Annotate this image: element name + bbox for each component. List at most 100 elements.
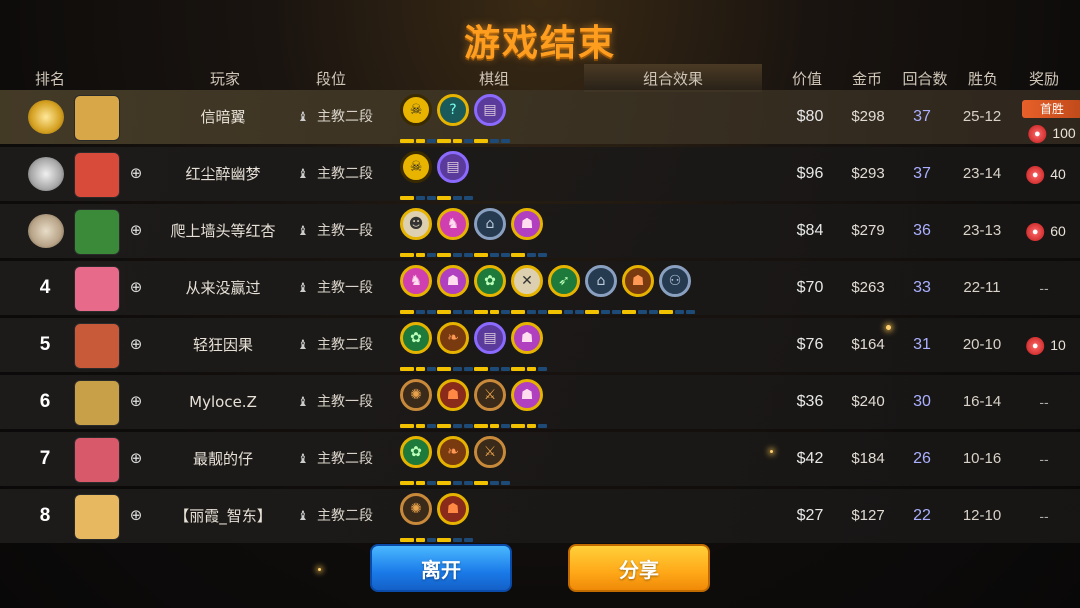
table-row[interactable]: 5 ⊕ 轻狂因果 ♝ 主教二段 ✿ ❧ ▤ ☗ $76 $164 31 20-10 ● 10 — [0, 318, 1080, 372]
add-friend-icon[interactable]: ⊕ — [127, 165, 145, 183]
table-row[interactable]: 7 ⊕ 最靓的仔 ♝ 主教二段 ✿ ❧ ⚔ $42 $184 26 10-16 -- — [0, 432, 1080, 486]
player-avatar[interactable] — [74, 437, 120, 483]
synergy-icon[interactable]: ❧ — [437, 436, 473, 485]
synergy-pip — [453, 481, 462, 485]
player-avatar[interactable] — [74, 323, 120, 369]
synergy-icon[interactable]: ⚇ — [659, 265, 695, 314]
gold-medal-icon — [28, 100, 64, 134]
header-gold: 金币 — [851, 70, 883, 88]
table-row[interactable]: ⊕ 爬上墙头等红杏 ♝ 主教一段 ☻ ♞ ⌂ ☗ $84 $279 36 23-13 ● 60 — [0, 204, 1080, 258]
synergy-pip — [490, 253, 499, 257]
synergy-icon[interactable]: ✿ — [400, 322, 436, 371]
reward-cell: -- — [1039, 451, 1049, 467]
synergy-pip — [453, 538, 462, 542]
table-row[interactable]: 信暗翼 ♝ 主教二段 ☠? ▤ $80 $298 37 25-12 首胜 ● 100 — [0, 90, 1080, 144]
tier-label: ♝ 主教一段 — [297, 261, 373, 315]
player-avatar[interactable] — [74, 152, 120, 198]
player-avatar[interactable] — [74, 380, 120, 426]
synergy-pip — [622, 310, 636, 314]
table-row[interactable]: 6 ⊕ Myloce.Z ♝ 主教一段 ✺ ☗ ⚔ ☗ $36 $240 30 16-14 -- — [0, 375, 1080, 429]
synergy-icon[interactable]: ✿ — [474, 265, 510, 314]
synergy-pip — [538, 253, 547, 257]
synergy-icon[interactable]: ✺ — [400, 379, 436, 428]
leave-button[interactable]: 离开 — [370, 544, 512, 592]
synergy-level-pips — [437, 301, 475, 314]
add-friend-icon[interactable]: ⊕ — [127, 507, 145, 525]
table-row[interactable]: ⊕ 红尘醉幽梦 ♝ 主教二段 ☠ ▤ $96 $293 37 23-14 ● 40 — [0, 147, 1080, 201]
synergy-icon[interactable]: ☗ — [511, 322, 547, 371]
player-avatar[interactable] — [74, 266, 120, 312]
player-avatar[interactable] — [74, 494, 120, 540]
synergy-icon[interactable]: ➶ — [548, 265, 584, 314]
player-avatar[interactable] — [74, 95, 120, 141]
gold-cell: $184 — [851, 450, 885, 467]
synergy-badge-icon: ❧ — [437, 436, 469, 468]
synergy-icon[interactable]: ▤ — [474, 322, 510, 371]
add-friend-icon[interactable]: ⊕ — [127, 336, 145, 354]
synergy-pip — [464, 196, 473, 200]
synergy-icon[interactable]: ⌂ — [585, 265, 621, 314]
tab-synergy[interactable]: 组合效果 — [643, 68, 703, 89]
synergy-icon[interactable]: ✺ — [400, 493, 436, 542]
synergy-icon[interactable]: ☗ — [622, 265, 658, 314]
synergy-icon[interactable]: ☠ — [400, 151, 436, 200]
synergy-badge-icon: ☗ — [511, 379, 543, 411]
gold-cell: $298 — [851, 108, 885, 125]
rounds-cell: 37 — [913, 165, 931, 182]
add-friend-icon[interactable]: ⊕ — [127, 279, 145, 297]
tier-text: 主教二段 — [317, 451, 373, 467]
synergy-pip — [437, 424, 451, 428]
synergy-icon[interactable]: ▤ — [437, 151, 473, 200]
rounds-cell: 33 — [913, 279, 931, 296]
tier-label: ♝ 主教一段 — [297, 375, 373, 429]
synergy-icon[interactable]: ⚔ — [474, 436, 510, 485]
synergy-pip — [501, 310, 510, 314]
synergy-icon[interactable]: ☗ — [437, 379, 473, 428]
share-button[interactable]: 分享 — [568, 544, 710, 592]
tab-lineup[interactable]: 棋组 — [479, 68, 509, 89]
tier-text: 主教二段 — [317, 337, 373, 353]
bishop-tier-icon: ♝ — [297, 281, 309, 296]
synergy-icon[interactable]: ✕ — [511, 265, 547, 314]
synergy-icon[interactable]: ⌂ — [474, 208, 510, 257]
synergy-badge-icon: ▤ — [474, 322, 506, 354]
synergy-badge-icon: ♞ — [437, 208, 469, 240]
synergy-icon[interactable]: ♞ — [400, 265, 436, 314]
synergy-pip — [490, 424, 499, 428]
synergy-pip — [511, 367, 525, 371]
synergy-icon[interactable]: ☠ — [400, 94, 436, 143]
synergy-icon[interactable]: ☗ — [511, 379, 547, 428]
synergy-icon[interactable]: ☗ — [437, 265, 473, 314]
reward-cell: -- — [1039, 508, 1049, 524]
synergy-icon[interactable]: ⚔ — [474, 379, 510, 428]
synergy-pip — [501, 367, 510, 371]
player-name: 爬上墙头等红杏 — [170, 222, 276, 240]
player-name: 红尘醉幽梦 — [185, 165, 261, 183]
synergy-icon[interactable]: ☗ — [437, 493, 473, 542]
add-friend-icon[interactable]: ⊕ — [127, 450, 145, 468]
reward-amount: 60 — [1050, 223, 1066, 239]
add-friend-icon[interactable]: ⊕ — [127, 222, 145, 240]
synergy-icon[interactable]: ? — [437, 94, 473, 143]
silver-medal-icon — [28, 157, 64, 191]
synergy-pip — [585, 310, 599, 314]
synergy-level-pips — [400, 358, 438, 371]
synergy-level-pips — [511, 244, 549, 257]
player-avatar[interactable] — [74, 209, 120, 255]
tier-text: 主教二段 — [317, 508, 373, 524]
synergy-level-pips — [400, 472, 438, 485]
synergy-icon[interactable]: ❧ — [437, 322, 473, 371]
synergy-icon[interactable]: ✿ — [400, 436, 436, 485]
synergy-level-pips — [585, 301, 623, 314]
synergy-icon[interactable]: ☗ — [511, 208, 547, 257]
table-row[interactable]: 4 ⊕ 从来没赢过 ♝ 主教一段 ♞ ☗ ✿ ✕ ➶ ⌂ ☗ ⚇ $70 $263 33 22-11 -- — [0, 261, 1080, 315]
table-row[interactable]: 8 ⊕ 【丽霞_智东】 ♝ 主教二段 ✺ ☗ $27 $127 22 12-10 -- — [0, 489, 1080, 543]
rounds-cell: 36 — [913, 222, 931, 239]
synergy-pip — [638, 310, 647, 314]
synergy-icon[interactable]: ▤ — [474, 94, 510, 143]
synergy-icon[interactable]: ☻ — [400, 208, 436, 257]
add-friend-icon[interactable]: ⊕ — [127, 393, 145, 411]
bishop-tier-icon: ♝ — [297, 338, 309, 353]
synergy-level-pips — [437, 244, 475, 257]
synergy-icon[interactable]: ♞ — [437, 208, 473, 257]
